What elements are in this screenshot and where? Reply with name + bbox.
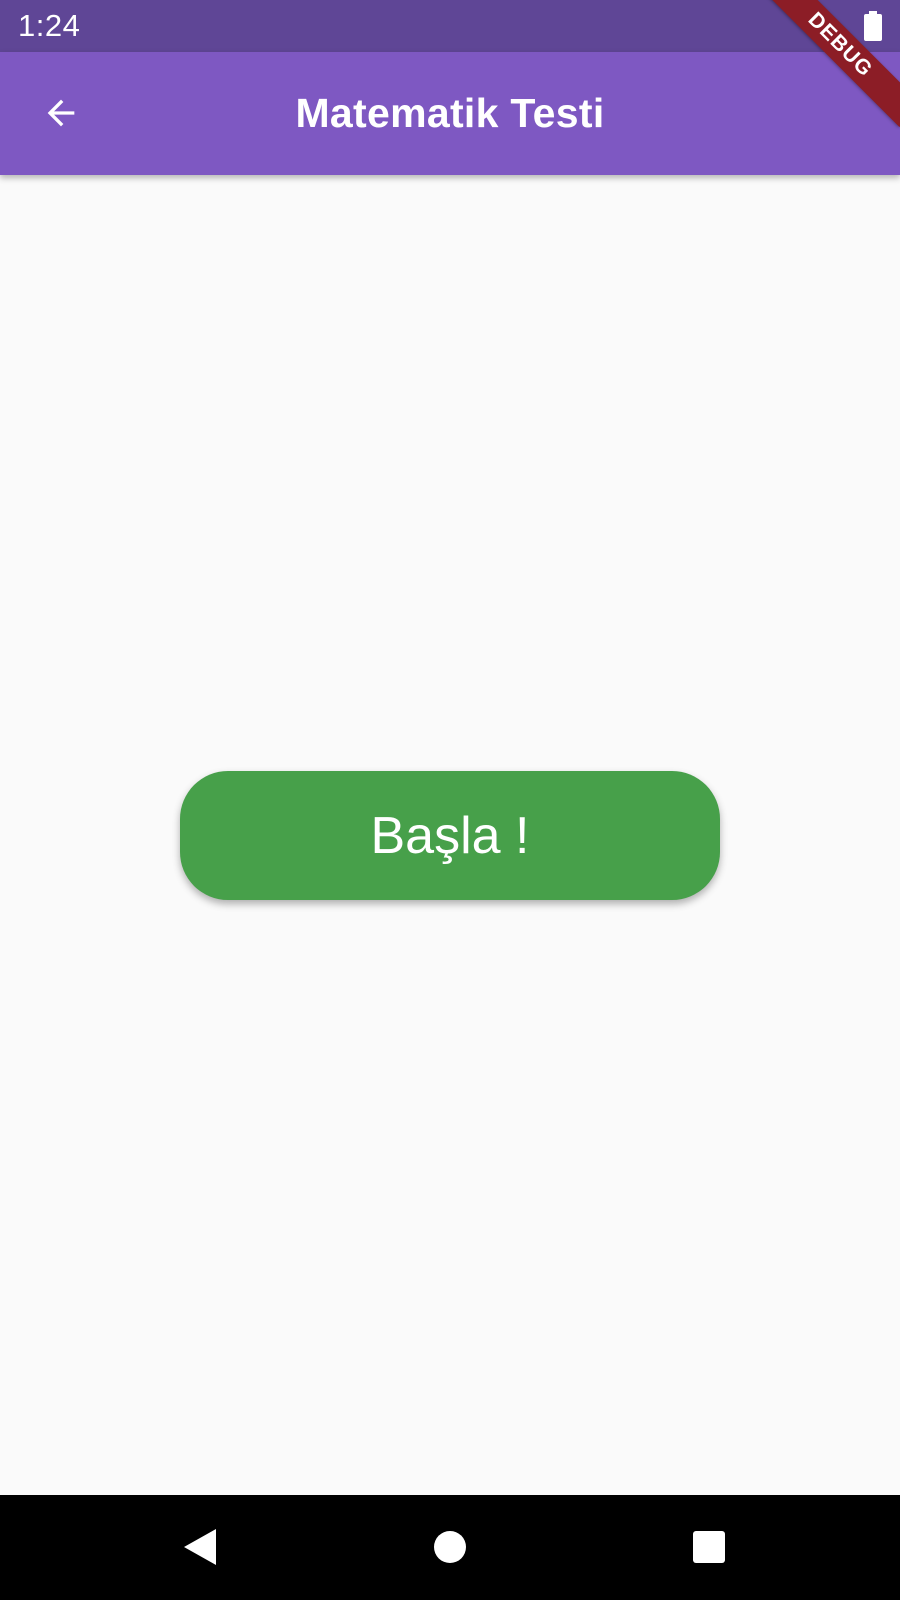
status-time: 1:24 bbox=[18, 8, 81, 43]
square-recents-icon bbox=[693, 1531, 725, 1563]
app-bar: Matematik Testi bbox=[0, 52, 900, 175]
start-button[interactable]: Başla ! bbox=[180, 771, 720, 900]
status-bar: 1:24 bbox=[0, 0, 900, 52]
triangle-back-icon bbox=[184, 1529, 216, 1565]
nav-recents-button[interactable] bbox=[677, 1515, 741, 1579]
nav-back-button[interactable] bbox=[168, 1515, 232, 1579]
nav-home-button[interactable] bbox=[418, 1515, 482, 1579]
page-title: Matematik Testi bbox=[295, 90, 605, 136]
app-screen: 1:24 DEBUG Matematik Testi Başla ! bbox=[0, 0, 900, 1600]
system-nav-bar bbox=[0, 1495, 900, 1600]
battery-icon bbox=[864, 11, 882, 41]
start-button-label: Başla ! bbox=[370, 806, 530, 865]
circle-home-icon bbox=[434, 1531, 466, 1563]
